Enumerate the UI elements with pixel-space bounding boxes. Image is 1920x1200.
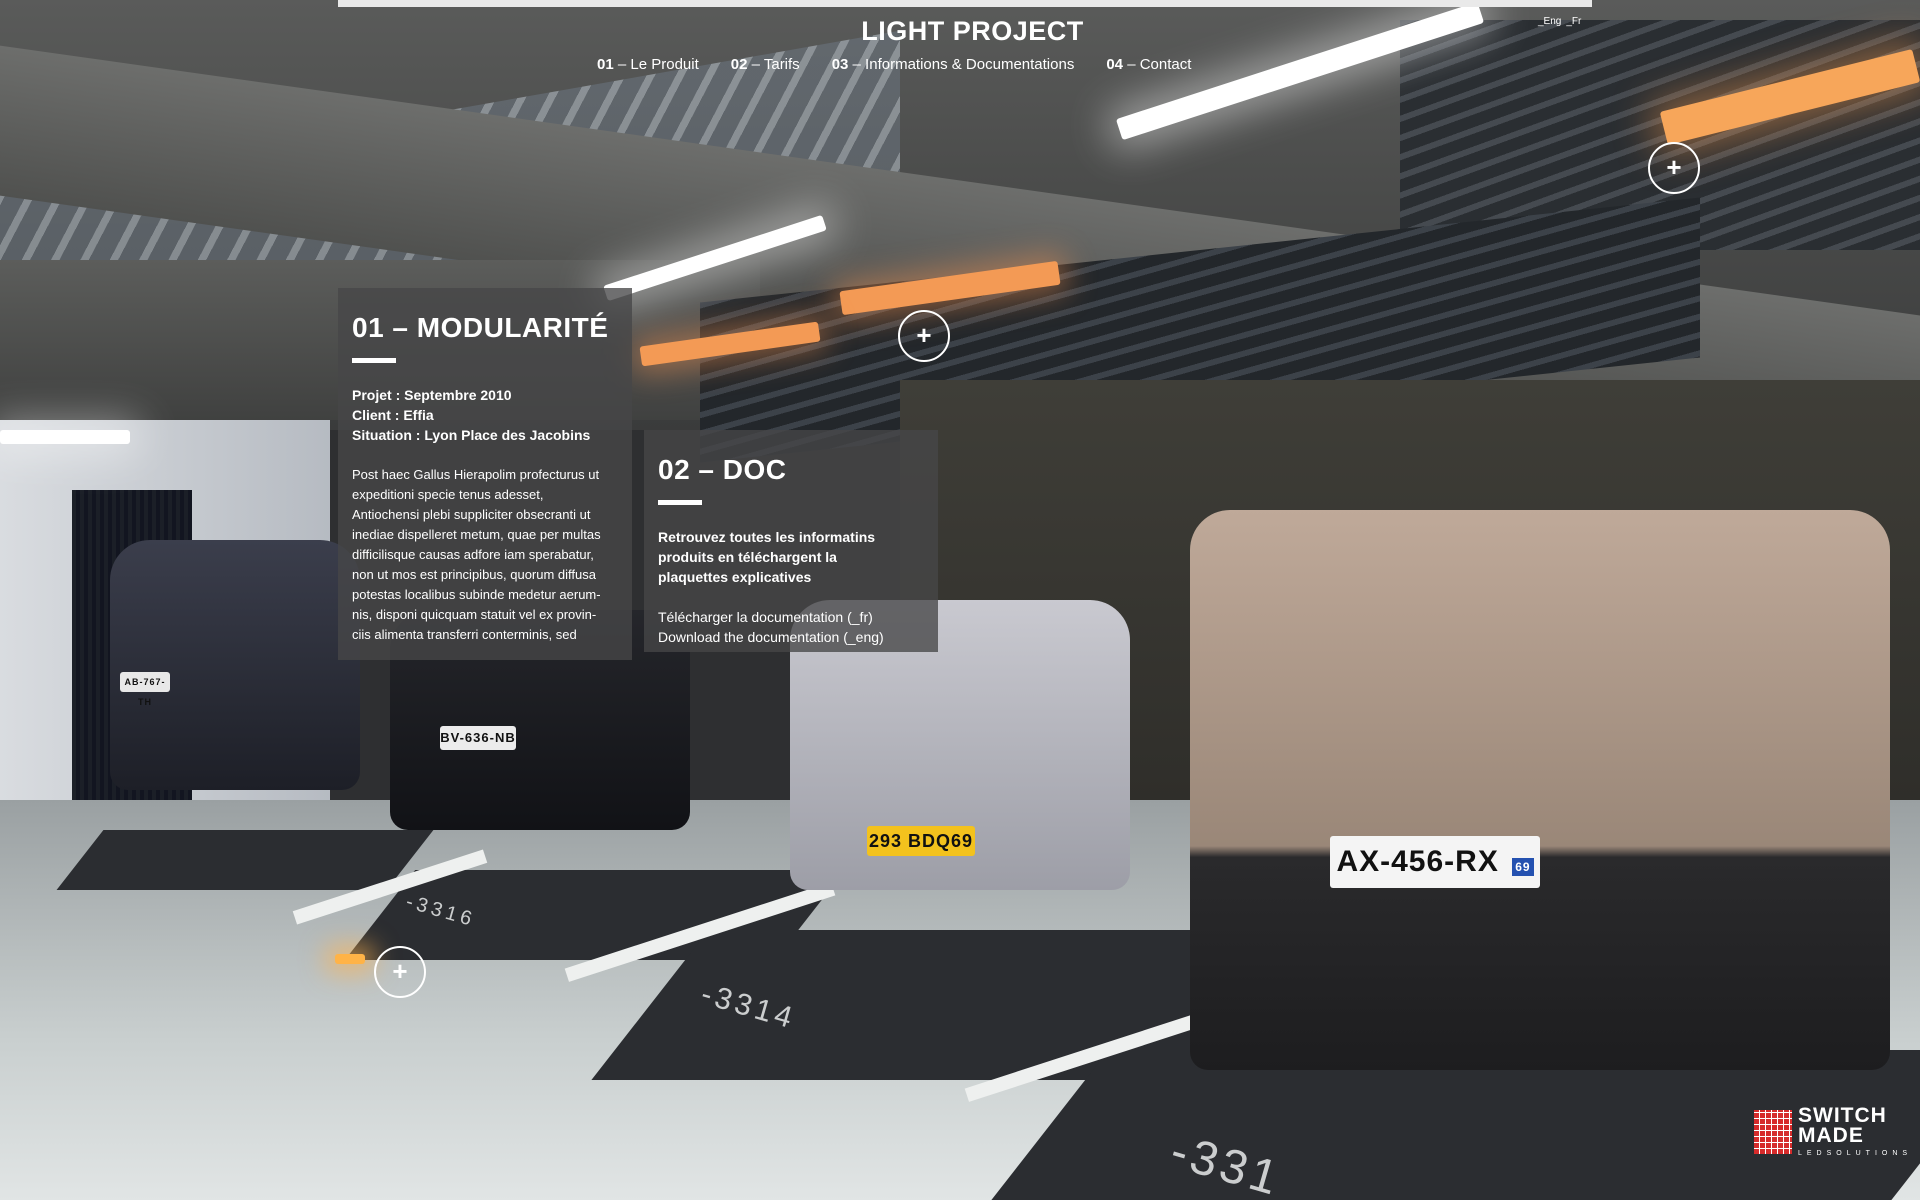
modularite-panel: 01 – MODULARITÉ Projet : Septembre 2010 … xyxy=(338,288,632,660)
nav-item-number: 03 xyxy=(831,56,849,73)
doc-links: Télécharger la documentation (_fr) Downl… xyxy=(658,607,924,647)
nav-item-number: 02 xyxy=(730,56,748,73)
nav-item-label: – Contact xyxy=(1127,56,1192,73)
floor-light xyxy=(335,954,365,964)
lang-english[interactable]: _Eng xyxy=(1538,16,1561,27)
license-plate-badge: 69 xyxy=(1512,858,1534,876)
main-nav: 01 – Le Produit 02 – Tarifs 03 – Informa… xyxy=(597,56,1191,73)
body-line: ciis alimenta transferri conterminis, se… xyxy=(352,627,577,642)
project-meta: Projet : Septembre 2010 Client : Effia S… xyxy=(352,385,618,445)
doc-panel: 02 – DOC Retrouvez toutes les informatin… xyxy=(644,430,938,652)
plus-icon: + xyxy=(1666,152,1682,182)
body-line: Post haec Gallus Hierapolim profecturus … xyxy=(352,467,600,482)
car-suv-left xyxy=(110,540,360,790)
nav-item-label: – Informations & Documentations xyxy=(852,56,1075,73)
nav-item-contact[interactable]: 04 – Contact xyxy=(1106,56,1191,73)
intro-line: Retrouvez toutes les informatins xyxy=(658,529,876,545)
logo-line-2: MADE xyxy=(1798,1124,1864,1147)
nav-item-number: 01 xyxy=(597,56,614,73)
license-plate: BV-636-NB xyxy=(440,726,516,750)
nav-item-produit[interactable]: 01 – Le Produit xyxy=(597,56,699,73)
intro-line: produits en téléchargent la xyxy=(658,549,837,565)
parking-bay xyxy=(56,830,434,890)
hotspot-plus-button[interactable]: + xyxy=(898,310,950,362)
logo-mark-icon xyxy=(1754,1109,1792,1154)
panel-title: 01 – MODULARITÉ xyxy=(352,312,609,343)
panel-title: 02 – DOC xyxy=(658,454,787,485)
project-date: Projet : Septembre 2010 xyxy=(352,387,512,403)
ceiling-light xyxy=(0,430,130,444)
project-location: Situation : Lyon Place des Jacobins xyxy=(352,427,591,443)
panel-body-text: Post haec Gallus Hierapolim profecturus … xyxy=(352,465,618,645)
top-bar xyxy=(338,0,1592,7)
nav-item-number: 04 xyxy=(1106,56,1124,73)
plus-icon: + xyxy=(916,320,932,350)
body-line: potestas localibus subinde medetur aerum… xyxy=(352,587,601,602)
switchmade-logo[interactable]: SWITCH MADE LEDSOLUTIONS xyxy=(1754,1104,1913,1157)
project-client: Client : Effia xyxy=(352,407,434,423)
body-line: difficilisque causas adfore iam sperabat… xyxy=(352,547,594,562)
hotspot-plus-button[interactable]: + xyxy=(374,946,426,998)
download-doc-fr-link[interactable]: Télécharger la documentation (_fr) xyxy=(658,607,924,627)
body-line: nis, disponi quicquam statuit vel ex pro… xyxy=(352,607,597,622)
license-plate-number: AX-456-RX xyxy=(1336,845,1499,878)
logo-subtitle: LEDSOLUTIONS xyxy=(1798,1150,1913,1157)
lang-french[interactable]: _Fr xyxy=(1566,16,1581,27)
language-switcher: _Eng _Fr xyxy=(1538,16,1581,27)
title-underline xyxy=(352,358,396,363)
license-plate: AX-456-RX 69 xyxy=(1330,836,1540,888)
nav-item-label: – Tarifs xyxy=(751,56,800,73)
body-line: non ut mos est principibus, quorum diffu… xyxy=(352,567,597,582)
nav-item-label: – Le Produit xyxy=(617,56,699,73)
license-plate: 293 BDQ69 xyxy=(867,826,975,856)
car-beige xyxy=(1190,510,1890,1070)
brand-title[interactable]: LIGHT PROJECT xyxy=(0,16,1920,47)
title-underline xyxy=(658,500,702,505)
plus-icon: + xyxy=(392,956,408,986)
background-photo: AB-767-TH BV-636-NB 293 BDQ69 AX-456-RX … xyxy=(0,0,1920,1200)
nav-item-tarifs[interactable]: 02 – Tarifs xyxy=(731,56,800,73)
body-line: inediae dispelleret metum, quae per mult… xyxy=(352,527,601,542)
intro-line: plaquettes explicatives xyxy=(658,569,812,585)
doc-intro: Retrouvez toutes les informatins produit… xyxy=(658,527,924,587)
nav-item-informations[interactable]: 03 – Informations & Documentations xyxy=(832,56,1075,73)
logo-line-1: SWITCH xyxy=(1798,1104,1887,1127)
hotspot-plus-button[interactable]: + xyxy=(1648,142,1700,194)
download-doc-eng-link[interactable]: Download the documentation (_eng) xyxy=(658,627,924,647)
logo-wordmark: SWITCH MADE LEDSOLUTIONS xyxy=(1798,1104,1913,1157)
body-line: Antiochensi plebi suppliciter obsecranti… xyxy=(352,507,591,522)
body-line: expeditioni specie tenus adesset, xyxy=(352,487,544,502)
license-plate: AB-767-TH xyxy=(120,672,170,707)
